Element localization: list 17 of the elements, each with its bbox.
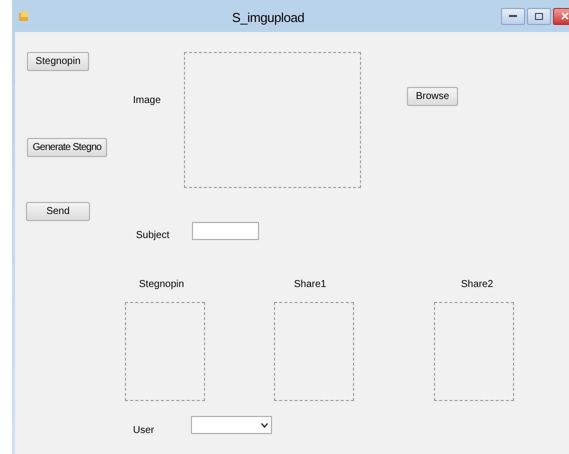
form-button[interactable]: Browse	[407, 87, 458, 106]
form-button[interactable]: Stegnopin	[27, 52, 89, 71]
maximize-button[interactable]	[527, 8, 551, 24]
image-label: Image	[133, 94, 161, 108]
preview-label: Share1	[294, 278, 326, 292]
form-button[interactable]: Generate Stegno	[27, 138, 107, 157]
user-label: User	[133, 424, 154, 438]
minimize-button[interactable]	[501, 8, 525, 24]
preview-label: Stegnopin	[139, 278, 184, 292]
subject-field[interactable]	[192, 222, 259, 240]
form-button[interactable]: Send	[26, 202, 90, 221]
chevron-down-icon	[261, 422, 268, 428]
subject-label: Subject	[136, 229, 170, 243]
preview-label: Share2	[461, 278, 494, 292]
window-title: S_imgupload	[232, 9, 304, 27]
app-icon	[18, 10, 30, 22]
close-icon	[561, 12, 569, 20]
